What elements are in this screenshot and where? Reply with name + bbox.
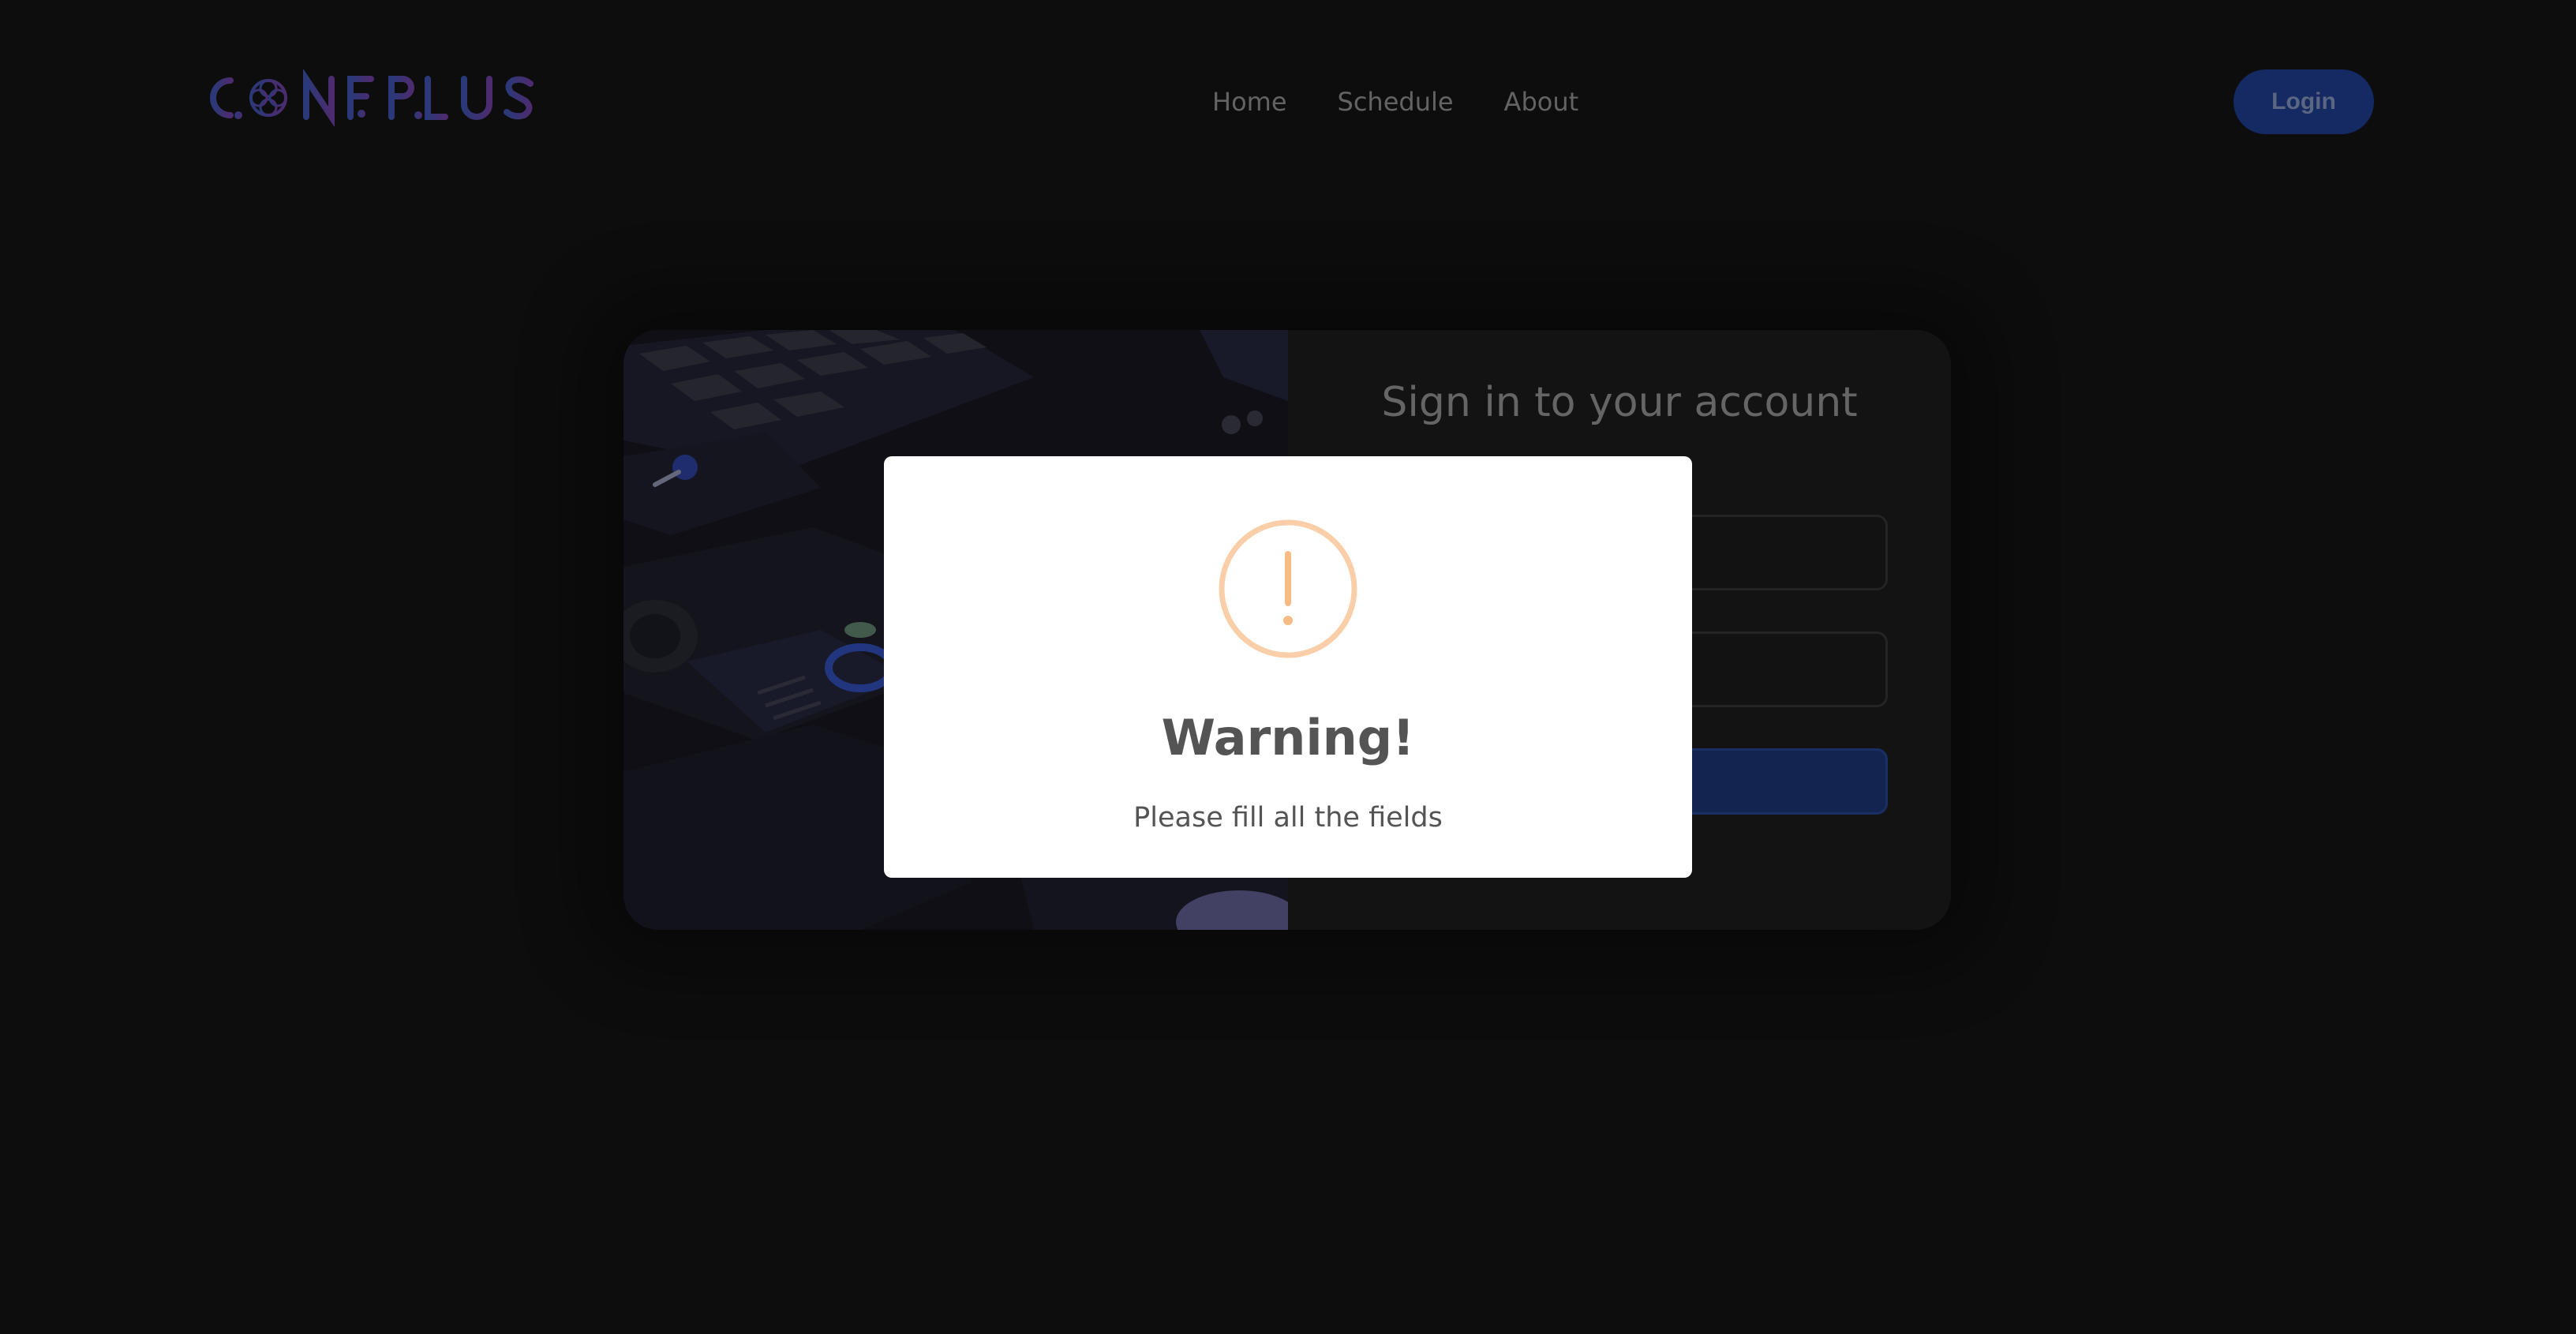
- warning-message: Please fill all the fields: [1133, 802, 1443, 834]
- warning-dialog: Warning! Please fill all the fields: [884, 456, 1692, 878]
- warning-title: Warning!: [1161, 709, 1415, 766]
- exclamation-icon: [1217, 518, 1359, 660]
